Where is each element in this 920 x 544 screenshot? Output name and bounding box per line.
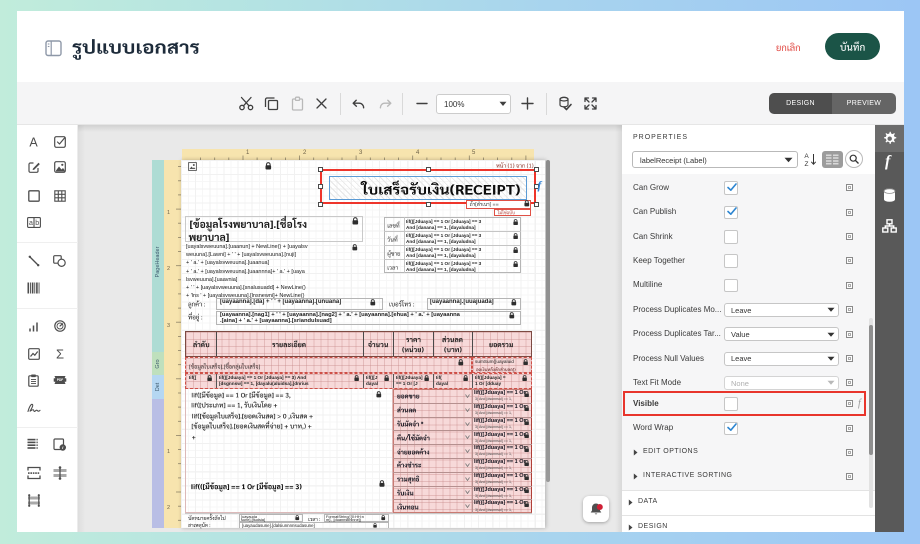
svg-text:Z: Z bbox=[805, 161, 809, 168]
svg-text:A: A bbox=[29, 136, 38, 149]
svg-text:PDF: PDF bbox=[56, 378, 62, 382]
svg-text:A: A bbox=[804, 153, 809, 160]
svg-text:a: a bbox=[29, 220, 33, 227]
svg-text:b: b bbox=[35, 220, 39, 227]
svg-text:Σ: Σ bbox=[55, 347, 63, 360]
